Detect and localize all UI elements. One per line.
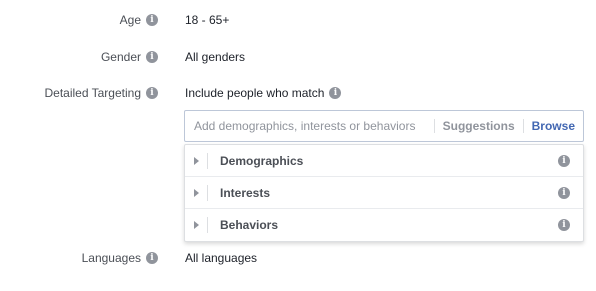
suggestions-button[interactable]: Suggestions (443, 119, 515, 133)
category-interests[interactable]: Interests i (185, 177, 583, 209)
browse-dropdown: Demographics i Interests i Behaviors i (184, 144, 584, 242)
triangle-right-icon[interactable] (194, 188, 199, 197)
triangle-right-icon[interactable] (194, 156, 199, 165)
age-value[interactable]: 18 - 65+ (185, 13, 229, 27)
info-icon[interactable]: i (558, 219, 570, 231)
info-icon[interactable]: i (329, 87, 342, 99)
languages-label-row: Languages i (82, 251, 158, 265)
detailed-targeting-label-row: Detailed Targeting i (44, 86, 158, 100)
category-demographics[interactable]: Demographics i (185, 145, 583, 177)
detailed-targeting-label: Detailed Targeting (44, 86, 141, 100)
info-icon[interactable]: i (146, 51, 158, 63)
age-label: Age (119, 13, 141, 27)
detailed-targeting-search[interactable]: Add demographics, interests or behaviors… (184, 110, 584, 142)
info-icon[interactable]: i (146, 87, 158, 99)
languages-label: Languages (81, 251, 141, 265)
info-icon[interactable]: i (146, 252, 158, 264)
languages-value[interactable]: All languages (185, 251, 257, 265)
info-icon[interactable]: i (558, 187, 570, 199)
age-label-row: Age i (120, 13, 158, 27)
divider (207, 184, 208, 201)
category-label: Behaviors (220, 218, 279, 232)
gender-value[interactable]: All genders (185, 50, 245, 64)
category-label: Demographics (220, 153, 304, 168)
info-icon[interactable]: i (558, 155, 570, 167)
search-input[interactable]: Add demographics, interests or behaviors (194, 119, 426, 133)
gender-label-row: Gender i (101, 50, 158, 64)
include-text: Include people who match (185, 86, 325, 100)
browse-button[interactable]: Browse (532, 119, 575, 133)
gender-label: Gender (100, 50, 141, 64)
divider (207, 217, 208, 233)
divider (522, 119, 524, 133)
category-behaviors[interactable]: Behaviors i (185, 209, 583, 241)
triangle-right-icon[interactable] (194, 221, 199, 229)
info-icon[interactable]: i (146, 14, 158, 26)
divider (433, 119, 435, 133)
category-label: Interests (220, 185, 271, 200)
divider (207, 152, 208, 169)
include-text-row: Include people who match i (185, 86, 342, 100)
